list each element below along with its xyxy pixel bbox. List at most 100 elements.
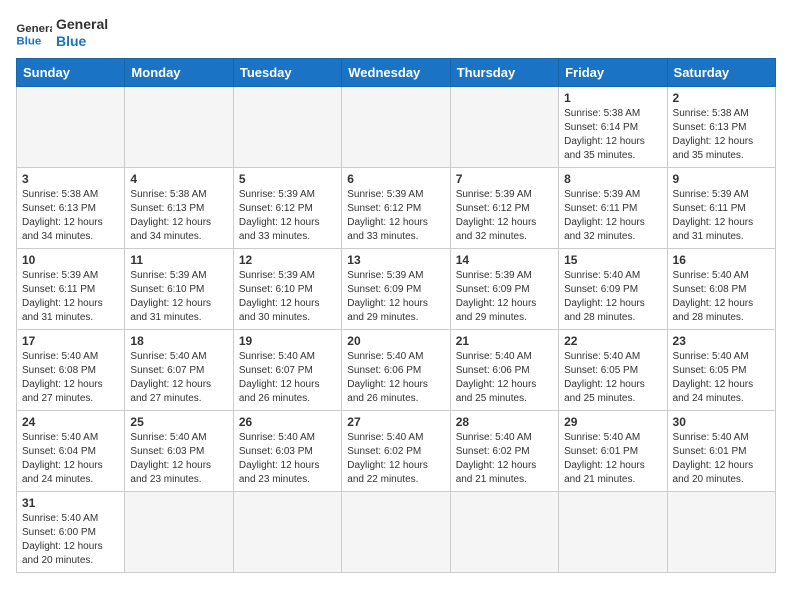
day-number: 4	[130, 172, 227, 186]
calendar-cell: 11Sunrise: 5:39 AM Sunset: 6:10 PM Dayli…	[125, 248, 233, 329]
calendar-week-row: 31 Sunrise: 5:40 AM Sunset: 6:00 PM Dayli…	[17, 491, 776, 572]
calendar-cell	[667, 491, 775, 572]
calendar-cell: 1 Sunrise: 5:38 AM Sunset: 6:14 PM Daylig…	[559, 86, 667, 167]
weekday-header-friday: Friday	[559, 58, 667, 86]
calendar-cell: 9Sunrise: 5:39 AM Sunset: 6:11 PM Daylig…	[667, 167, 775, 248]
calendar-cell: 26Sunrise: 5:40 AM Sunset: 6:03 PM Dayli…	[233, 410, 341, 491]
calendar-cell: 27Sunrise: 5:40 AM Sunset: 6:02 PM Dayli…	[342, 410, 450, 491]
calendar-cell	[17, 86, 125, 167]
day-info: Sunrise: 5:40 AM Sunset: 6:01 PM Dayligh…	[673, 431, 770, 487]
day-info: Sunrise: 5:40 AM Sunset: 6:05 PM Dayligh…	[673, 350, 770, 406]
calendar-cell: 14 Sunrise: 5:39 AM Sunset: 6:09 PM Dayli…	[450, 248, 558, 329]
day-number: 18	[130, 334, 227, 348]
day-info: Sunrise: 5:40 AM Sunset: 6:08 PM Dayligh…	[22, 350, 119, 406]
calendar-cell: 29 Sunrise: 5:40 AM Sunset: 6:01 PM Dayli…	[559, 410, 667, 491]
day-number: 31	[22, 496, 119, 510]
calendar-cell: 4 Sunrise: 5:38 AM Sunset: 6:13 PM Daylig…	[125, 167, 233, 248]
calendar-cell: 5 Sunrise: 5:39 AM Sunset: 6:12 PM Daylig…	[233, 167, 341, 248]
day-info: Sunrise: 5:40 AM Sunset: 6:00 PM Dayligh…	[22, 512, 119, 568]
calendar-cell	[233, 86, 341, 167]
day-number: 5	[239, 172, 336, 186]
calendar-cell: 2Sunrise: 5:38 AM Sunset: 6:13 PM Daylig…	[667, 86, 775, 167]
calendar-cell: 23 Sunrise: 5:40 AM Sunset: 6:05 PM Dayli…	[667, 329, 775, 410]
day-number: 29	[564, 415, 661, 429]
calendar-cell	[559, 491, 667, 572]
day-number: 14	[456, 253, 553, 267]
calendar-cell: 7Sunrise: 5:39 AM Sunset: 6:12 PM Daylig…	[450, 167, 558, 248]
calendar-cell	[125, 491, 233, 572]
day-info: Sunrise: 5:39 AM Sunset: 6:12 PM Dayligh…	[239, 188, 336, 244]
calendar-cell	[450, 491, 558, 572]
calendar-header-row: SundayMondayTuesdayWednesdayThursdayFrid…	[17, 58, 776, 86]
day-info: Sunrise: 5:39 AM Sunset: 6:11 PM Dayligh…	[22, 269, 119, 325]
calendar-cell: 17 Sunrise: 5:40 AM Sunset: 6:08 PM Dayli…	[17, 329, 125, 410]
day-info: Sunrise: 5:40 AM Sunset: 6:01 PM Dayligh…	[564, 431, 661, 487]
day-info: Sunrise: 5:39 AM Sunset: 6:09 PM Dayligh…	[347, 269, 444, 325]
calendar-cell	[342, 86, 450, 167]
day-info: Sunrise: 5:40 AM Sunset: 6:07 PM Dayligh…	[130, 350, 227, 406]
day-info: Sunrise: 5:39 AM Sunset: 6:09 PM Dayligh…	[456, 269, 553, 325]
generalblue-logo-icon: General Blue	[16, 18, 52, 48]
weekday-header-saturday: Saturday	[667, 58, 775, 86]
weekday-header-sunday: Sunday	[17, 58, 125, 86]
day-number: 20	[347, 334, 444, 348]
svg-text:Blue: Blue	[16, 35, 41, 47]
day-number: 24	[22, 415, 119, 429]
calendar-cell: 10 Sunrise: 5:39 AM Sunset: 6:11 PM Dayli…	[17, 248, 125, 329]
day-number: 23	[673, 334, 770, 348]
calendar-cell: 25Sunrise: 5:40 AM Sunset: 6:03 PM Dayli…	[125, 410, 233, 491]
weekday-header-thursday: Thursday	[450, 58, 558, 86]
day-info: Sunrise: 5:39 AM Sunset: 6:11 PM Dayligh…	[673, 188, 770, 244]
weekday-header-wednesday: Wednesday	[342, 58, 450, 86]
day-info: Sunrise: 5:38 AM Sunset: 6:13 PM Dayligh…	[673, 107, 770, 163]
day-number: 19	[239, 334, 336, 348]
day-info: Sunrise: 5:40 AM Sunset: 6:02 PM Dayligh…	[347, 431, 444, 487]
calendar-week-row: 24 Sunrise: 5:40 AM Sunset: 6:04 PM Dayli…	[17, 410, 776, 491]
calendar-cell: 22Sunrise: 5:40 AM Sunset: 6:05 PM Dayli…	[559, 329, 667, 410]
day-number: 22	[564, 334, 661, 348]
calendar-cell: 15Sunrise: 5:40 AM Sunset: 6:09 PM Dayli…	[559, 248, 667, 329]
day-info: Sunrise: 5:39 AM Sunset: 6:11 PM Dayligh…	[564, 188, 661, 244]
day-number: 21	[456, 334, 553, 348]
svg-text:General: General	[16, 23, 52, 35]
calendar-week-row: 3 Sunrise: 5:38 AM Sunset: 6:13 PM Daylig…	[17, 167, 776, 248]
calendar-week-row: 17 Sunrise: 5:40 AM Sunset: 6:08 PM Dayli…	[17, 329, 776, 410]
day-info: Sunrise: 5:40 AM Sunset: 6:07 PM Dayligh…	[239, 350, 336, 406]
day-info: Sunrise: 5:40 AM Sunset: 6:09 PM Dayligh…	[564, 269, 661, 325]
calendar-cell: 31 Sunrise: 5:40 AM Sunset: 6:00 PM Dayli…	[17, 491, 125, 572]
day-number: 30	[673, 415, 770, 429]
calendar-cell: 16Sunrise: 5:40 AM Sunset: 6:08 PM Dayli…	[667, 248, 775, 329]
day-number: 10	[22, 253, 119, 267]
day-number: 17	[22, 334, 119, 348]
day-number: 7	[456, 172, 553, 186]
logo: General Blue General Blue	[16, 16, 108, 50]
day-number: 1	[564, 91, 661, 105]
day-info: Sunrise: 5:40 AM Sunset: 6:06 PM Dayligh…	[456, 350, 553, 406]
calendar-cell: 18 Sunrise: 5:40 AM Sunset: 6:07 PM Dayli…	[125, 329, 233, 410]
calendar-cell: 21 Sunrise: 5:40 AM Sunset: 6:06 PM Dayli…	[450, 329, 558, 410]
calendar-cell: 24 Sunrise: 5:40 AM Sunset: 6:04 PM Dayli…	[17, 410, 125, 491]
day-number: 28	[456, 415, 553, 429]
day-info: Sunrise: 5:40 AM Sunset: 6:04 PM Dayligh…	[22, 431, 119, 487]
calendar-cell: 19 Sunrise: 5:40 AM Sunset: 6:07 PM Dayli…	[233, 329, 341, 410]
day-info: Sunrise: 5:38 AM Sunset: 6:14 PM Dayligh…	[564, 107, 661, 163]
calendar-cell: 20 Sunrise: 5:40 AM Sunset: 6:06 PM Dayli…	[342, 329, 450, 410]
day-info: Sunrise: 5:39 AM Sunset: 6:10 PM Dayligh…	[239, 269, 336, 325]
day-info: Sunrise: 5:40 AM Sunset: 6:06 PM Dayligh…	[347, 350, 444, 406]
day-number: 8	[564, 172, 661, 186]
calendar-table: SundayMondayTuesdayWednesdayThursdayFrid…	[16, 58, 776, 573]
calendar-cell: 8 Sunrise: 5:39 AM Sunset: 6:11 PM Daylig…	[559, 167, 667, 248]
calendar-cell: 3Sunrise: 5:38 AM Sunset: 6:13 PM Daylig…	[17, 167, 125, 248]
day-number: 3	[22, 172, 119, 186]
calendar-cell: 13 Sunrise: 5:39 AM Sunset: 6:09 PM Dayli…	[342, 248, 450, 329]
calendar-cell: 12 Sunrise: 5:39 AM Sunset: 6:10 PM Dayli…	[233, 248, 341, 329]
day-number: 13	[347, 253, 444, 267]
day-number: 12	[239, 253, 336, 267]
calendar-cell: 28Sunrise: 5:40 AM Sunset: 6:02 PM Dayli…	[450, 410, 558, 491]
calendar-week-row: 1 Sunrise: 5:38 AM Sunset: 6:14 PM Daylig…	[17, 86, 776, 167]
calendar-cell: 6Sunrise: 5:39 AM Sunset: 6:12 PM Daylig…	[342, 167, 450, 248]
calendar-cell: 30 Sunrise: 5:40 AM Sunset: 6:01 PM Dayli…	[667, 410, 775, 491]
day-info: Sunrise: 5:38 AM Sunset: 6:13 PM Dayligh…	[130, 188, 227, 244]
header: General Blue General Blue	[16, 16, 776, 50]
calendar-cell	[450, 86, 558, 167]
